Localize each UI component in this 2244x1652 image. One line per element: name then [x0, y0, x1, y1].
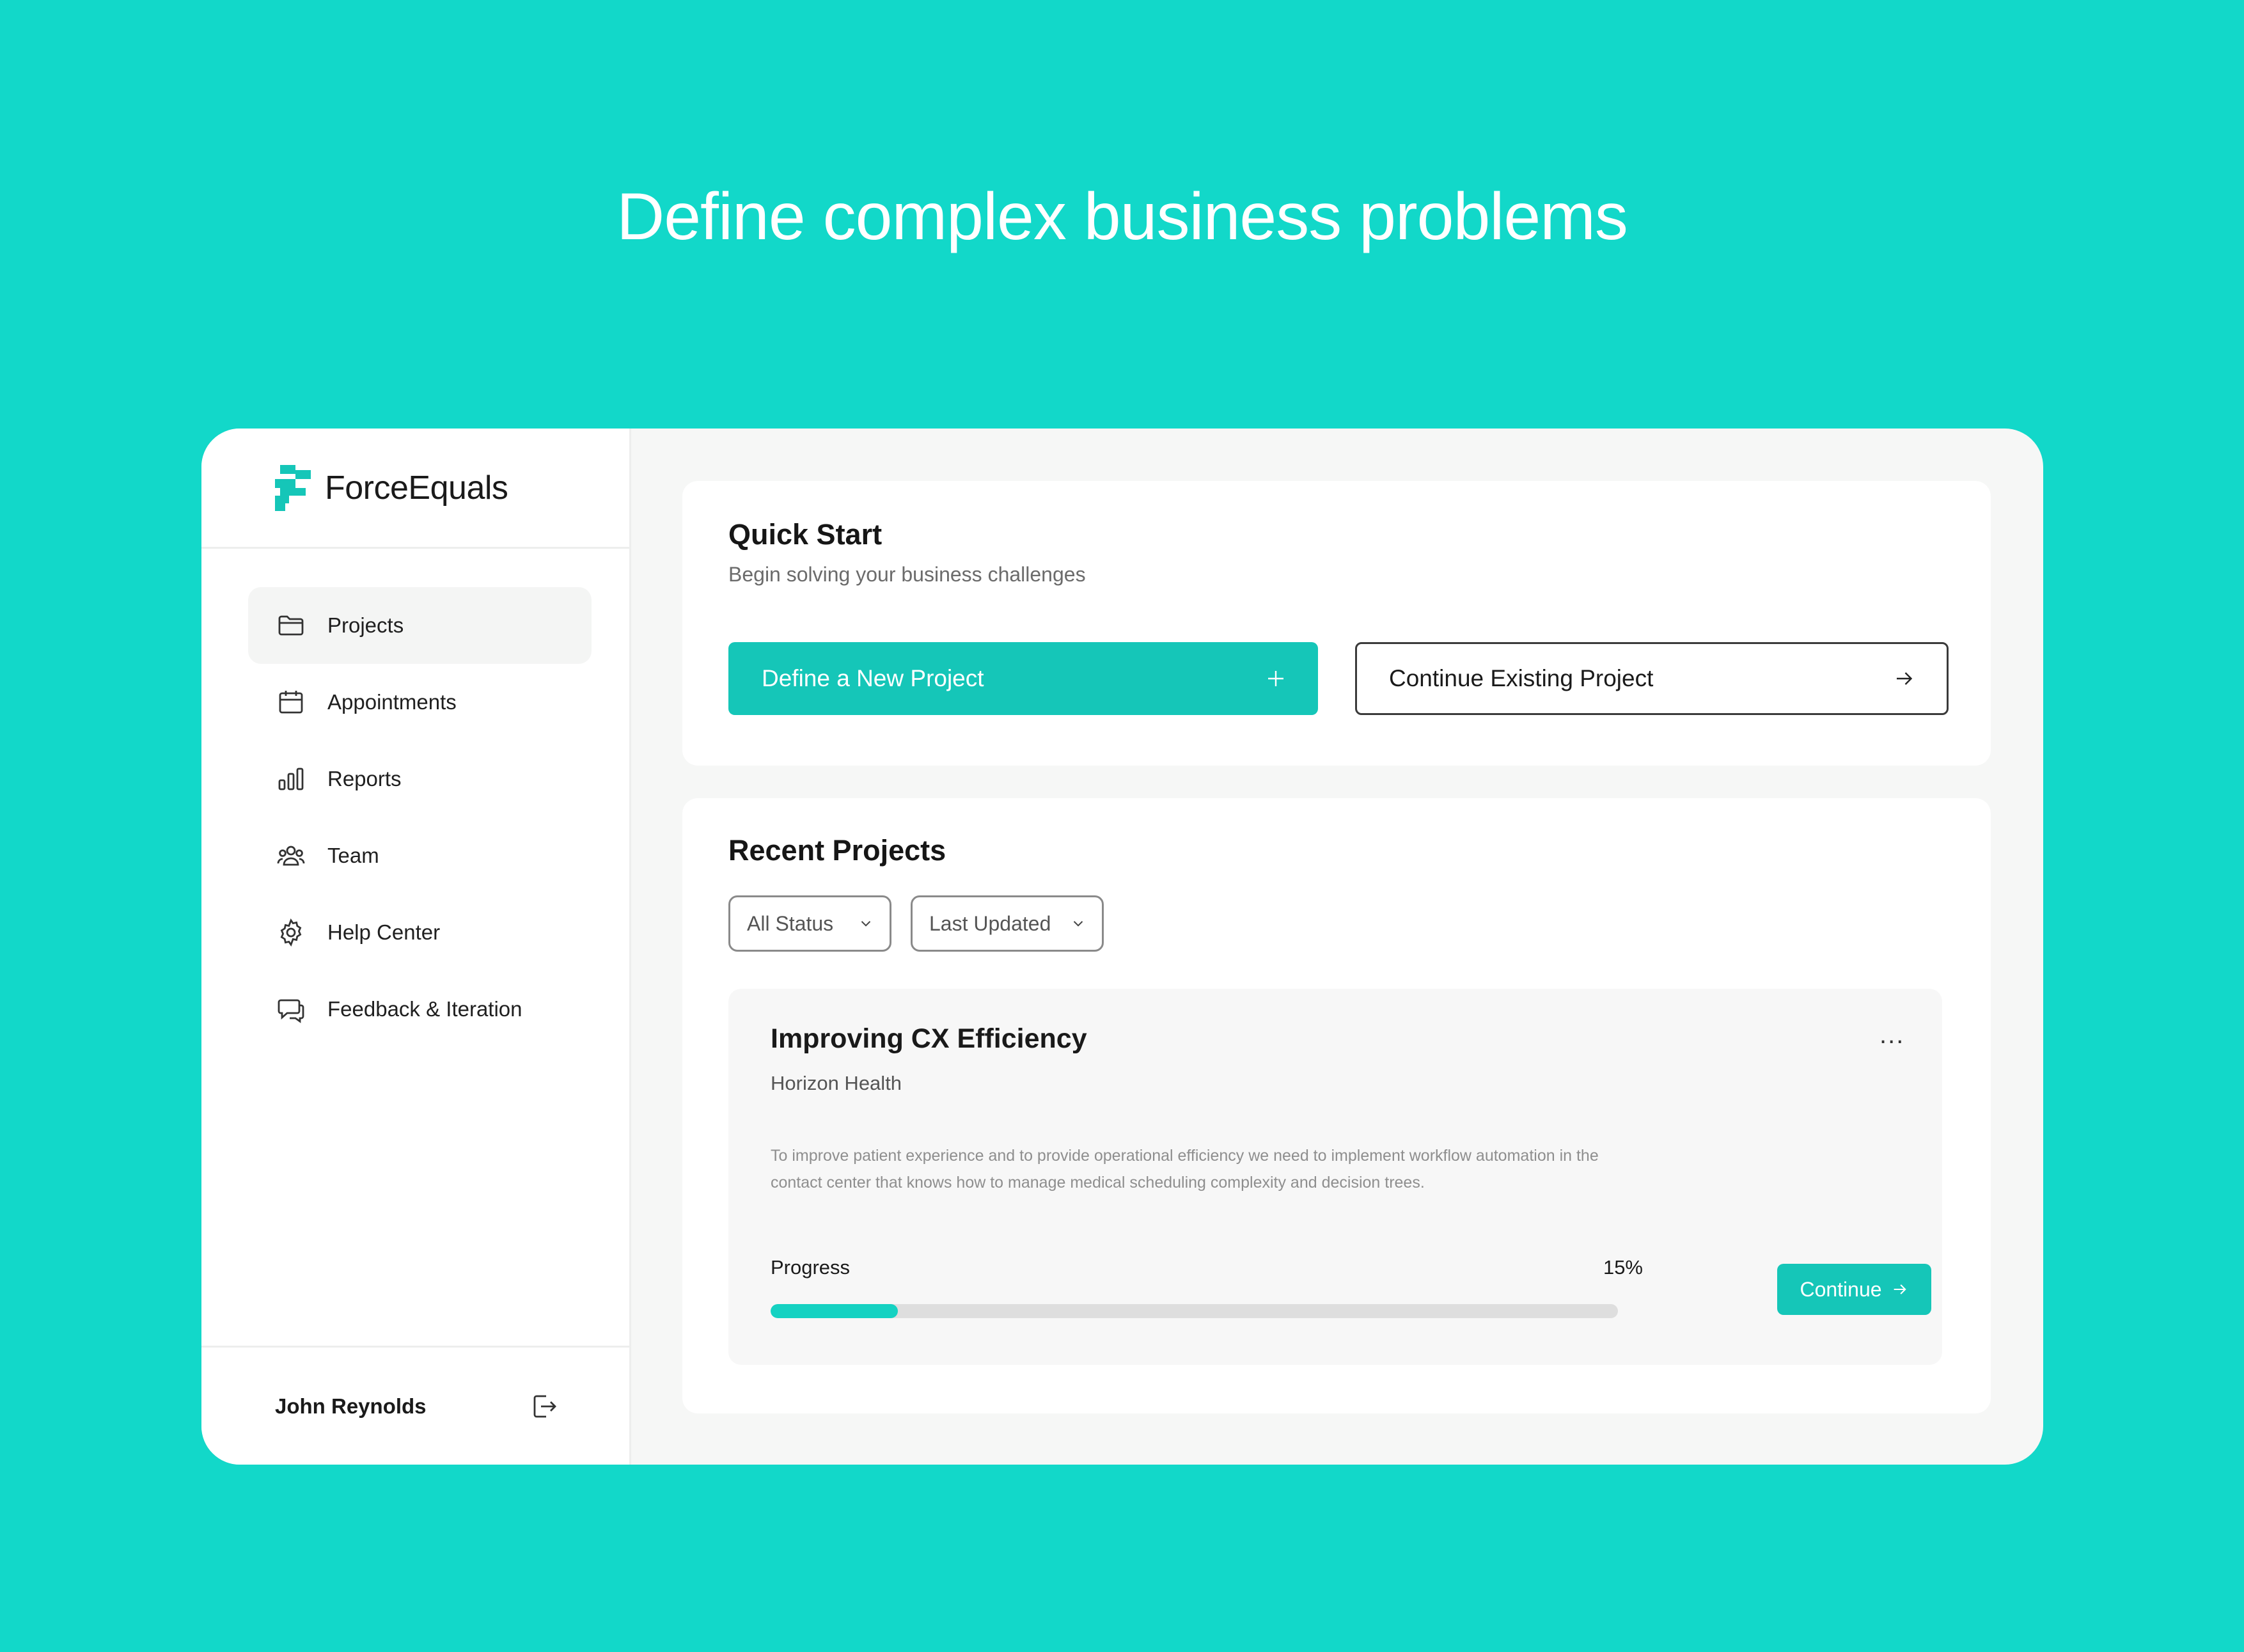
quick-start-card: Quick Start Begin solving your business … — [682, 481, 1991, 766]
main-content: Quick Start Begin solving your business … — [631, 429, 2043, 1465]
progress-value: 15% — [1603, 1256, 1643, 1278]
sidebar-item-label: Appointments — [327, 690, 457, 714]
project-card[interactable]: Improving CX Efficiency ... Horizon Heal… — [728, 989, 1942, 1365]
status-filter-select[interactable]: All Status — [728, 895, 891, 952]
sidebar-item-help-center[interactable]: Help Center — [248, 894, 592, 971]
folder-icon — [275, 610, 307, 641]
sidebar-item-label: Projects — [327, 613, 404, 637]
sidebar-item-reports[interactable]: Reports — [248, 741, 592, 817]
progress-bar-fill — [771, 1304, 898, 1318]
sidebar-item-label: Feedback & Iteration — [327, 997, 522, 1021]
brand[interactable]: ForceEquals — [201, 429, 629, 549]
sidebar-item-appointments[interactable]: Appointments — [248, 664, 592, 741]
sort-filter-value: Last Updated — [929, 911, 1051, 935]
continue-button[interactable]: Continue — [1777, 1264, 1931, 1315]
recent-projects-title: Recent Projects — [728, 834, 946, 867]
chevron-down-icon — [1073, 921, 1083, 927]
sidebar-item-team[interactable]: Team — [248, 817, 592, 894]
chat-icon — [275, 993, 307, 1025]
sidebar-item-label: Reports — [327, 767, 402, 791]
status-filter-value: All Status — [747, 911, 834, 935]
project-client: Horizon Health — [771, 1072, 902, 1094]
continue-existing-project-button[interactable]: Continue Existing Project — [1355, 642, 1949, 715]
page-headline: Define complex business problems — [616, 180, 1628, 254]
plus-icon — [1268, 671, 1283, 686]
define-new-project-label: Define a New Project — [762, 665, 984, 691]
progress-label: Progress — [771, 1256, 851, 1278]
sidebar-item-feedback[interactable]: Feedback & Iteration — [248, 971, 592, 1048]
sidebar-item-projects[interactable]: Projects — [248, 587, 592, 664]
progress-bar — [771, 1304, 1618, 1318]
user-name: John Reynolds — [275, 1394, 427, 1418]
project-description: To improve patient experience and to pro… — [771, 1147, 1599, 1192]
continue-label: Continue — [1800, 1277, 1882, 1301]
gear-icon — [275, 916, 307, 948]
quick-start-subtitle: Begin solving your business challenges — [728, 563, 1086, 586]
sidebar-nav: Projects Appointments Reports Team Help … — [201, 549, 629, 1048]
chevron-down-icon — [861, 921, 871, 927]
continue-existing-project-label: Continue Existing Project — [1389, 665, 1654, 691]
team-icon — [275, 840, 307, 872]
recent-projects-card: Recent Projects All Status Last Updated … — [682, 798, 1991, 1413]
arrow-right-icon — [1894, 1284, 1906, 1294]
sort-filter-select[interactable]: Last Updated — [911, 895, 1104, 952]
arrow-right-icon — [1897, 672, 1913, 685]
sidebar-item-label: Help Center — [327, 920, 441, 944]
calendar-icon — [275, 686, 307, 718]
bar-chart-icon — [275, 763, 307, 795]
app-window: ForceEquals Projects Appointments Report… — [201, 429, 2043, 1465]
user-footer: John Reynolds — [201, 1346, 629, 1465]
sidebar: ForceEquals Projects Appointments Report… — [201, 429, 631, 1465]
define-new-project-button[interactable]: Define a New Project — [728, 642, 1318, 715]
quick-start-title: Quick Start — [728, 518, 883, 551]
more-options-icon[interactable]: ... — [1879, 1021, 1904, 1050]
logout-icon[interactable] — [528, 1391, 559, 1422]
brand-logo-icon — [275, 464, 311, 511]
project-title: Improving CX Efficiency — [771, 1023, 1087, 1054]
brand-name: ForceEquals — [325, 469, 508, 507]
sidebar-item-label: Team — [327, 844, 379, 867]
